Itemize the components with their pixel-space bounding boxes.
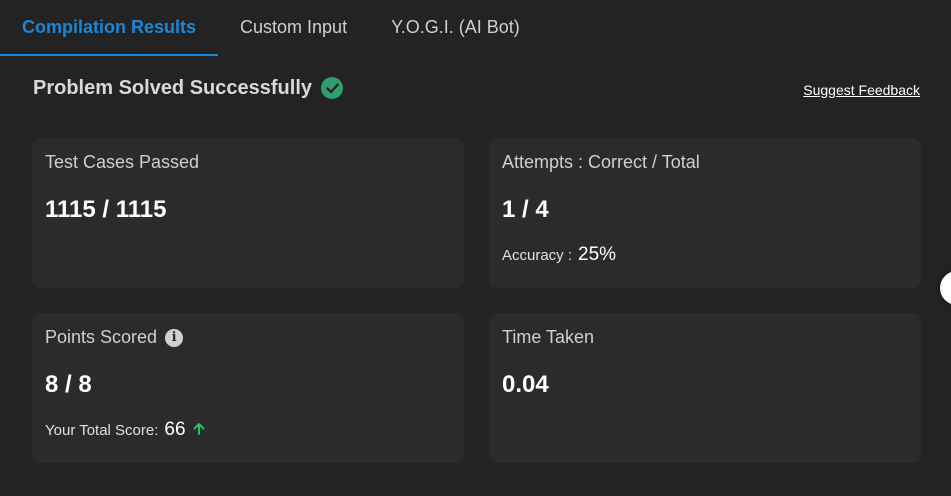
attempts-value: 1 / 4 bbox=[502, 196, 549, 223]
points-value: 8 / 8 bbox=[45, 371, 92, 398]
arrow-up-icon bbox=[193, 422, 205, 439]
compilation-panel: Compilation Results Custom Input Y.O.G.I… bbox=[0, 0, 951, 496]
attempts-card: Attempts : Correct / Total 1 / 4 Accurac… bbox=[489, 138, 921, 288]
attempts-label: Attempts : Correct / Total bbox=[502, 152, 700, 172]
status-row: Problem Solved Successfully bbox=[33, 72, 343, 104]
total-score-value: 66 bbox=[164, 419, 186, 440]
accuracy-row: Accuracy : 25% bbox=[502, 244, 616, 266]
total-score-row: Your Total Score: 66 bbox=[45, 419, 205, 441]
points-card: Points Scored i 8 / 8 Your Total Score: … bbox=[32, 313, 464, 463]
check-circle-icon bbox=[321, 77, 343, 99]
time-label: Time Taken bbox=[502, 327, 595, 347]
info-icon[interactable]: i bbox=[165, 328, 184, 347]
points-label: Points Scored bbox=[45, 327, 158, 347]
time-value: 0.04 bbox=[502, 371, 549, 398]
test-cases-value: 1115 / 1115 bbox=[45, 196, 167, 223]
panel-collapse-handle[interactable] bbox=[940, 271, 951, 305]
points-label-row: Points Scored i bbox=[45, 327, 184, 348]
tab-yogi-ai-bot[interactable]: Y.O.G.I. (AI Bot) bbox=[369, 0, 542, 56]
suggest-feedback-link[interactable]: Suggest Feedback bbox=[803, 82, 920, 98]
accuracy-value: 25% bbox=[578, 244, 617, 265]
test-cases-card: Test Cases Passed 1115 / 1115 bbox=[32, 138, 464, 288]
total-score-label: Your Total Score: bbox=[45, 422, 159, 439]
time-card: Time Taken 0.04 bbox=[489, 313, 921, 463]
test-cases-label: Test Cases Passed bbox=[45, 152, 200, 172]
results-tabs: Compilation Results Custom Input Y.O.G.I… bbox=[0, 0, 951, 56]
accuracy-label: Accuracy : bbox=[502, 247, 573, 264]
tab-custom-input[interactable]: Custom Input bbox=[218, 0, 369, 56]
status-title: Problem Solved Successfully bbox=[33, 76, 312, 99]
tab-compilation-results[interactable]: Compilation Results bbox=[0, 0, 219, 56]
